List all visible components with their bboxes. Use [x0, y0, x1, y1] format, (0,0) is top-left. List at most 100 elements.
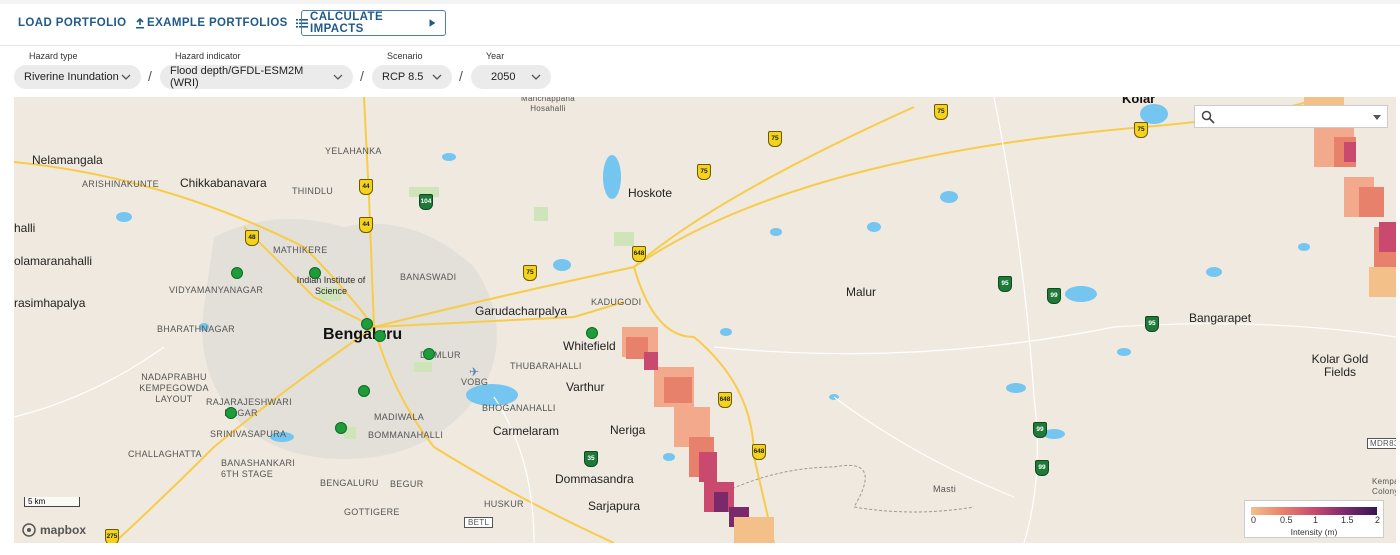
- map-label: BANASWADI: [400, 272, 457, 282]
- year-select[interactable]: Year 2050: [471, 50, 551, 89]
- legend-unit: Intensity (m): [1290, 527, 1338, 537]
- scenario-pill[interactable]: RCP 8.5: [372, 65, 452, 89]
- load-portfolio-button[interactable]: LOAD PORTFOLIO: [18, 10, 146, 36]
- scenario-select[interactable]: Scenario RCP 8.5: [372, 50, 452, 89]
- portfolio-asset-marker[interactable]: [586, 327, 598, 339]
- highway-shield: 44: [359, 179, 373, 195]
- year-value: 2050: [491, 71, 516, 83]
- map-label-city: Kolar: [1122, 97, 1156, 106]
- map-label: RAJARAJESHWARI NAGAR: [206, 397, 292, 418]
- chevron-down-icon: [531, 74, 541, 80]
- play-icon: [429, 19, 436, 27]
- scenario-label: Scenario: [387, 51, 423, 61]
- map-label: BETL: [464, 517, 494, 528]
- portfolio-asset-marker[interactable]: [358, 385, 370, 397]
- search-input[interactable]: [1222, 109, 1366, 124]
- highway-shield: 95: [1145, 316, 1159, 332]
- highway-shield: 75: [1134, 122, 1148, 138]
- mapbox-icon: [22, 523, 36, 537]
- calculate-impacts-button[interactable]: CALCULATE IMPACTS: [301, 10, 446, 36]
- map-label: VIDYAMANYANAGAR: [169, 285, 264, 295]
- map-label: Carmelaram: [493, 424, 560, 438]
- portfolio-asset-marker[interactable]: [335, 422, 347, 434]
- hazard-type-pill[interactable]: Riverine Inundation: [14, 65, 141, 89]
- map-label: Manchappana Hosahalli: [520, 97, 575, 113]
- map-label: Whitefield: [563, 339, 616, 353]
- scenario-value: RCP 8.5: [382, 71, 424, 83]
- map-label: halli: [14, 221, 36, 235]
- year-label: Year: [486, 51, 505, 61]
- portfolio-asset-marker[interactable]: [231, 267, 243, 279]
- hazard-selectors: Hazard type Riverine Inundation / Hazard…: [0, 50, 1400, 96]
- map-canvas[interactable]: Nelamangala ARISHINAKUNTE Chikkabanavara…: [14, 97, 1396, 543]
- map-label: Dommasandra: [555, 472, 634, 486]
- portfolio-asset-marker[interactable]: [361, 318, 373, 330]
- highway-shield: 99: [1035, 460, 1049, 476]
- map-label: Varthur: [566, 380, 605, 394]
- intensity-legend: 0 0.5 1 1.5 2 Intensity (m): [1244, 500, 1384, 538]
- selector-separator: /: [459, 68, 463, 84]
- map-label: Chikkabanavara: [180, 176, 267, 190]
- legend-tick: 1.5: [1341, 515, 1354, 525]
- highway-shield: 648: [632, 246, 646, 262]
- highway-shield: 48: [245, 230, 259, 246]
- mapbox-logo[interactable]: mapbox: [22, 523, 86, 537]
- hazard-indicator-select[interactable]: Hazard indicator Flood depth/GFDL-ESM2M …: [160, 50, 353, 89]
- map-label: MATHIKERE: [273, 245, 328, 255]
- mapbox-attribution: mapbox: [40, 523, 87, 537]
- highway-shield: 75: [523, 265, 537, 281]
- hazard-type-label: Hazard type: [29, 51, 78, 61]
- scale-bar: 5 km: [24, 497, 80, 507]
- toolbar-top-border: [0, 0, 1400, 4]
- map-label: BENGALURU: [320, 478, 379, 488]
- map-label: BOMMANAHALLI: [368, 430, 444, 440]
- portfolio-asset-marker[interactable]: [225, 407, 237, 419]
- map-label: THUBARAHALLI: [510, 361, 582, 371]
- highway-shield: 75: [768, 131, 782, 147]
- map-label: YELAHANKA: [325, 146, 382, 156]
- hazard-type-select[interactable]: Hazard type Riverine Inundation: [14, 50, 141, 89]
- map-label: HUSKUR: [484, 499, 524, 509]
- map-label: BHARATHNAGAR: [157, 324, 235, 334]
- map-label: CHALLAGHATTA: [128, 449, 202, 459]
- load-portfolio-label: LOAD PORTFOLIO: [18, 17, 127, 29]
- map-label: THINDLU: [292, 186, 334, 196]
- map-label: MDR83: [1367, 438, 1396, 449]
- search-icon: [1201, 110, 1215, 124]
- map-label: Neriga: [610, 423, 646, 437]
- highway-shield: 75: [934, 104, 948, 120]
- map-label: Garudacharpalya: [475, 304, 568, 318]
- example-portfolios-label: EXAMPLE PORTFOLIOS: [147, 17, 288, 29]
- example-portfolios-button[interactable]: EXAMPLE PORTFOLIOS: [147, 10, 308, 36]
- highway-shield: 75: [697, 164, 711, 180]
- portfolio-asset-marker[interactable]: [309, 267, 321, 279]
- highway-shield: 275: [105, 529, 119, 543]
- map-label: Kolar Gold Fields: [1311, 352, 1369, 379]
- flood-intensity-overlay: [622, 97, 1396, 543]
- portfolio-asset-marker[interactable]: [374, 330, 386, 342]
- highway-shield: 35: [584, 451, 598, 467]
- chevron-down-icon: [432, 74, 442, 80]
- map-label: Hoskote: [628, 186, 673, 200]
- highway-shield: 44: [359, 217, 373, 233]
- map-search[interactable]: [1194, 105, 1388, 128]
- highway-shield: 104: [419, 194, 433, 210]
- caret-down-icon[interactable]: [1373, 113, 1381, 121]
- legend-tick: 0.5: [1280, 515, 1293, 525]
- hazard-indicator-pill[interactable]: Flood depth/GFDL-ESM2M (WRI): [160, 65, 353, 89]
- toolbar: LOAD PORTFOLIO EXAMPLE PORTFOLIOS CALCUL…: [0, 0, 1400, 46]
- map-label: KADUGODI: [591, 297, 642, 307]
- portfolio-asset-marker[interactable]: [423, 348, 435, 360]
- map-label: Nelamangala: [32, 153, 103, 167]
- highway-shield: 648: [752, 444, 766, 460]
- map-label: olamaranahalli: [14, 254, 93, 268]
- selector-separator: /: [360, 68, 364, 84]
- map-label: Bangarapet: [1189, 311, 1252, 325]
- calculate-impacts-label: CALCULATE IMPACTS: [310, 11, 384, 35]
- map-label: GOTTIGERE: [344, 507, 400, 517]
- upload-icon: [136, 17, 145, 29]
- chevron-down-icon: [333, 74, 343, 80]
- map-label: Masti: [933, 484, 957, 494]
- map-label: SRINIVASAPURA: [210, 429, 287, 439]
- year-pill[interactable]: 2050: [471, 65, 551, 89]
